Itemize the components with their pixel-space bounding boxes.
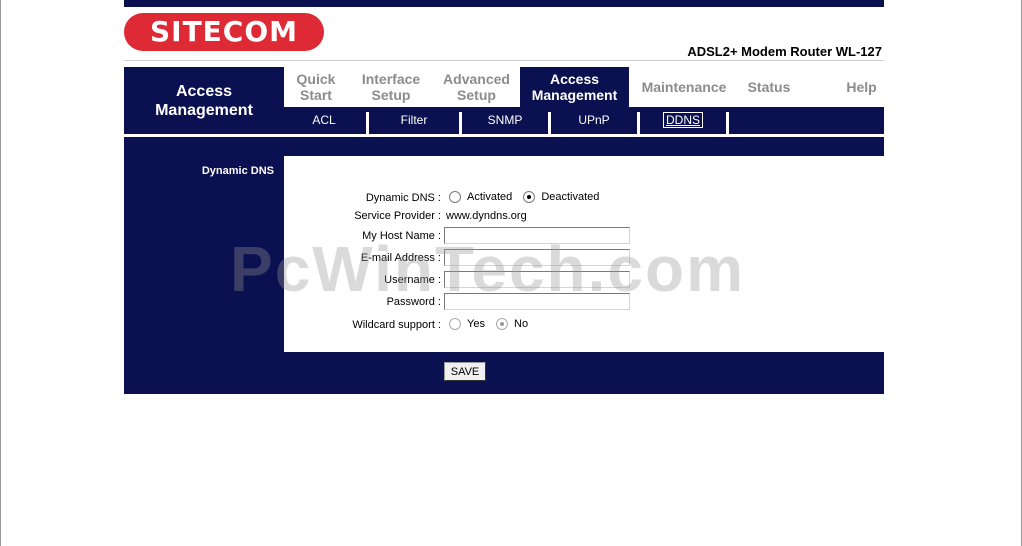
sitecom-logo: SITECOM [124, 13, 324, 51]
wildcard-no-radio[interactable] [496, 318, 509, 331]
email-label: E-mail Address : [360, 252, 441, 264]
service-provider-value: www.dyndns.org [446, 210, 527, 222]
activated-radio[interactable] [449, 191, 461, 204]
password-row: Password : [284, 293, 884, 313]
wildcard-options: Yes No [449, 318, 536, 331]
section-title-text: Access Management [155, 82, 253, 119]
tab-interface-setup[interactable]: Interface Setup [348, 67, 434, 107]
ddns-deactivated-option[interactable]: Deactivated [523, 191, 600, 204]
tab-maintenance[interactable]: Maintenance [629, 67, 739, 107]
section-label: Dynamic DNS [201, 165, 274, 177]
username-row: Username : [284, 271, 884, 291]
subtab-snmp[interactable]: SNMP [462, 107, 548, 134]
username-label: Username : [384, 274, 441, 286]
subtab-ddns-label: DDNS [662, 112, 703, 128]
left-column [124, 156, 284, 352]
save-button[interactable]: SAVE [444, 362, 486, 381]
wildcard-yes-option[interactable]: Yes [449, 318, 485, 331]
deactivated-label: Deactivated [541, 191, 600, 203]
tab-quick-start[interactable]: Quick Start [284, 67, 348, 107]
footer-bar [124, 352, 884, 394]
service-provider-row: Service Provider : www.dyndns.org [284, 207, 884, 227]
subtab-ddns[interactable]: DDNS [640, 107, 726, 134]
content-top-band [124, 137, 884, 156]
host-name-label: My Host Name : [362, 230, 441, 242]
tab-advanced-setup[interactable]: Advanced Setup [434, 67, 519, 107]
top-bar [124, 0, 884, 7]
wildcard-label: Wildcard support : [352, 319, 441, 331]
subtab-filter-label: Filter [400, 113, 428, 127]
section-title: Access Management [124, 67, 284, 134]
service-provider-label: Service Provider : [354, 210, 441, 222]
subnav-separator [726, 112, 729, 134]
username-input[interactable] [444, 271, 630, 288]
wildcard-no-label: No [514, 318, 529, 330]
email-input[interactable] [444, 249, 630, 266]
host-name-row: My Host Name : [284, 227, 884, 247]
dynamic-dns-label: Dynamic DNS : [365, 192, 441, 204]
subtab-upnp-label: UPnP [578, 113, 610, 127]
password-label: Password : [386, 296, 441, 308]
tab-status[interactable]: Status [739, 67, 799, 107]
subtab-filter[interactable]: Filter [369, 107, 459, 134]
host-name-input[interactable] [444, 227, 630, 244]
dynamic-dns-options: Activated Deactivated [449, 191, 607, 204]
activated-label: Activated [467, 191, 513, 203]
tab-access-management[interactable]: Access Management [520, 67, 629, 107]
ddns-activated-option[interactable]: Activated [449, 191, 513, 204]
wildcard-row: Wildcard support : Yes No [284, 316, 884, 336]
wildcard-yes-radio[interactable] [449, 318, 461, 331]
subtab-acl[interactable]: ACL [284, 107, 364, 134]
model-name: ADSL2+ Modem Router WL-127 [687, 44, 882, 59]
deactivated-radio[interactable] [523, 191, 536, 204]
email-row: E-mail Address : [284, 249, 884, 269]
wildcard-no-option[interactable]: No [496, 318, 529, 331]
subtab-acl-label: ACL [312, 113, 336, 127]
sub-navigation: ACL Filter SNMP UPnP DDNS [284, 107, 884, 134]
wildcard-yes-label: Yes [467, 318, 485, 330]
dynamic-dns-row: Dynamic DNS : Activated Deactivated [284, 189, 884, 209]
subtab-snmp-label: SNMP [487, 113, 523, 127]
subtab-upnp[interactable]: UPnP [551, 107, 637, 134]
tab-help[interactable]: Help [824, 67, 899, 107]
password-input[interactable] [444, 293, 630, 310]
main-tabs: Quick Start Interface Setup Advanced Set… [284, 67, 884, 107]
header-divider [124, 60, 884, 61]
